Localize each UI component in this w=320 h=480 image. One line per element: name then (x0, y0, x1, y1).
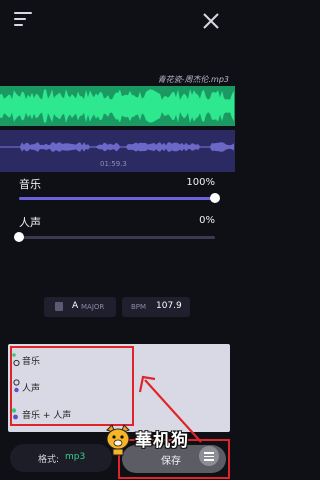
close-icon[interactable] (200, 10, 222, 32)
key-value: A (72, 301, 79, 311)
music-label: 音乐 (19, 178, 41, 191)
menu-icon[interactable] (14, 12, 32, 28)
watermark-text: 華机狗 (135, 431, 189, 451)
music-slider-track[interactable] (19, 197, 215, 200)
key-scale: MAJOR (81, 303, 105, 311)
playback-time: 01:59.3 (100, 160, 127, 168)
music-slider-thumb[interactable] (210, 193, 220, 203)
bpm-label: BPM (131, 303, 147, 311)
watermark-dog-logo-icon (106, 424, 130, 456)
music-percent: 100% (186, 177, 215, 188)
vocal-label: 人声 (19, 216, 41, 229)
vocal-slider-track[interactable] (19, 236, 215, 239)
format-selector[interactable] (10, 444, 112, 472)
song-title: 青花瓷-周杰伦.mp3 (157, 75, 229, 84)
key-icon (55, 302, 63, 311)
format-label: 格式: (38, 455, 60, 465)
music-waveform (0, 86, 235, 126)
vocal-slider-thumb[interactable] (14, 232, 24, 242)
annotation-options-highlight (10, 346, 134, 426)
format-value[interactable]: mp3 (65, 452, 85, 462)
bpm-value: 107.9 (156, 301, 182, 311)
music-slider-fill (19, 197, 215, 200)
vocal-percent: 0% (199, 215, 215, 226)
top-bar (0, 0, 235, 44)
